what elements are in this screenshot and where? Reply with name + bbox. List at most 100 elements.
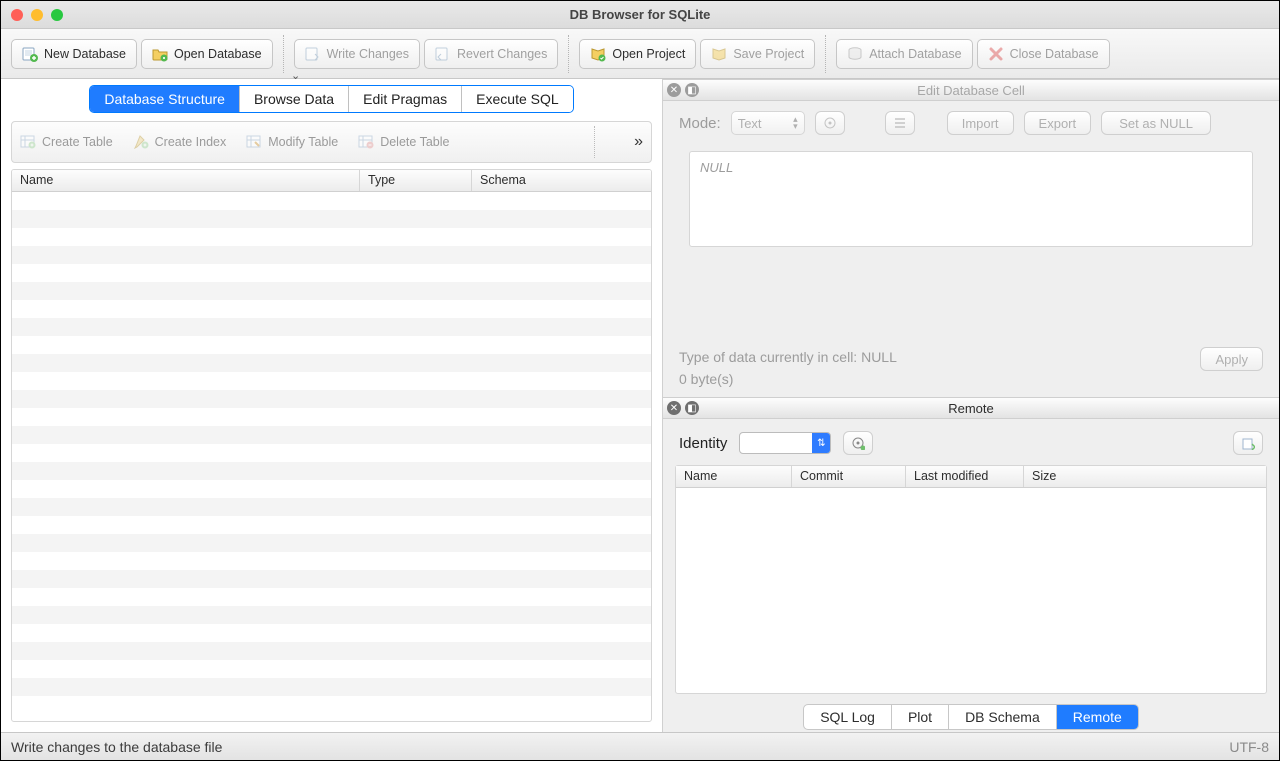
cell-value-box[interactable]: NULL xyxy=(689,151,1253,247)
table-row xyxy=(12,498,651,516)
table-add-icon xyxy=(20,134,36,150)
identity-settings-button[interactable] xyxy=(843,431,873,455)
attach-database-label: Attach Database xyxy=(869,47,961,61)
open-database-button[interactable]: Open Database xyxy=(141,39,273,69)
table-edit-icon xyxy=(246,134,262,150)
table-row xyxy=(12,192,651,210)
table-row xyxy=(12,462,651,480)
column-size[interactable]: Size xyxy=(1024,466,1266,487)
delete-table-button: Delete Table xyxy=(358,134,449,150)
structure-toolbar: Create Table Create Index Modify Table D… xyxy=(11,121,652,163)
cell-tool2-button[interactable] xyxy=(885,111,915,135)
tab-remote[interactable]: Remote xyxy=(1057,705,1138,729)
index-add-icon xyxy=(133,134,149,150)
remote-table-body xyxy=(676,488,1266,693)
close-database-button: Close Database xyxy=(977,39,1110,69)
open-database-label: Open Database xyxy=(174,47,262,61)
table-row xyxy=(12,228,651,246)
save-project-icon xyxy=(711,46,727,62)
tab-edit-pragmas[interactable]: Edit Pragmas xyxy=(349,86,462,112)
table-row xyxy=(12,390,651,408)
table-row xyxy=(12,588,651,606)
open-database-dropdown-icon[interactable]: ⌄ xyxy=(291,69,300,82)
export-button[interactable]: Export xyxy=(1024,111,1092,135)
open-project-button[interactable]: Open Project xyxy=(579,39,696,69)
open-project-label: Open Project xyxy=(612,47,685,61)
identity-select[interactable]: ⇅ xyxy=(739,432,831,454)
mode-value: Text xyxy=(738,116,762,131)
table-row xyxy=(12,336,651,354)
bottom-tab-group: SQL Log Plot DB Schema Remote xyxy=(663,704,1279,732)
table-row xyxy=(12,264,651,282)
write-changes-label: Write Changes xyxy=(327,47,409,61)
set-null-button[interactable]: Set as NULL xyxy=(1101,111,1211,135)
table-row xyxy=(12,624,651,642)
mode-label: Mode: xyxy=(679,115,721,132)
table-row xyxy=(12,642,651,660)
modify-table-label: Modify Table xyxy=(268,135,338,149)
column-schema[interactable]: Schema xyxy=(472,170,651,191)
column-name[interactable]: Name xyxy=(676,466,792,487)
toolbar-separator xyxy=(825,35,826,73)
main-tab-group: Database Structure Browse Data Edit Prag… xyxy=(89,85,573,113)
titlebar: DB Browser for SQLite xyxy=(1,1,1279,29)
column-commit[interactable]: Commit xyxy=(792,466,906,487)
close-window-icon[interactable] xyxy=(11,9,23,21)
zoom-window-icon[interactable] xyxy=(51,9,63,21)
attach-database-icon xyxy=(847,46,863,62)
open-database-icon xyxy=(152,46,168,62)
create-index-label: Create Index xyxy=(155,135,227,149)
tab-database-structure[interactable]: Database Structure xyxy=(90,86,240,112)
remote-table-header: Name Commit Last modified Size xyxy=(676,466,1266,488)
new-database-button[interactable]: New Database xyxy=(11,39,137,69)
column-type[interactable]: Type xyxy=(360,170,472,191)
create-index-button: Create Index xyxy=(133,134,227,150)
write-changes-button: Write Changes xyxy=(294,39,420,69)
table-delete-icon xyxy=(358,134,374,150)
edit-cell-panel: ✕ ◧ Edit Database Cell Mode: Text ▴▾ xyxy=(663,79,1279,397)
table-row xyxy=(12,516,651,534)
gear-icon xyxy=(851,436,865,450)
chevron-updown-icon: ▴▾ xyxy=(793,116,798,130)
mode-select[interactable]: Text ▴▾ xyxy=(731,111,805,135)
table-row xyxy=(12,426,651,444)
cell-tool1-button[interactable] xyxy=(815,111,845,135)
overflow-icon[interactable]: » xyxy=(634,133,643,151)
tab-db-schema[interactable]: DB Schema xyxy=(949,705,1057,729)
tab-browse-data[interactable]: Browse Data xyxy=(240,86,349,112)
table-row xyxy=(12,552,651,570)
toolbar-separator xyxy=(283,35,284,73)
column-name[interactable]: Name xyxy=(12,170,360,191)
import-button[interactable]: Import xyxy=(947,111,1014,135)
column-last-modified[interactable]: Last modified xyxy=(906,466,1024,487)
identity-label: Identity xyxy=(679,435,727,452)
toolbar-separator xyxy=(594,126,595,158)
remote-table: Name Commit Last modified Size xyxy=(675,465,1267,694)
create-table-label: Create Table xyxy=(42,135,113,149)
create-table-button: Create Table xyxy=(20,134,113,150)
table-row xyxy=(12,210,651,228)
revert-changes-button: Revert Changes xyxy=(424,39,558,69)
edit-cell-panel-header: ✕ ◧ Edit Database Cell xyxy=(663,79,1279,101)
table-row xyxy=(12,678,651,696)
write-changes-icon xyxy=(305,46,321,62)
table-row xyxy=(12,534,651,552)
right-pane: ✕ ◧ Edit Database Cell Mode: Text ▴▾ xyxy=(663,79,1279,732)
tab-sql-log[interactable]: SQL Log xyxy=(804,705,892,729)
status-bar: Write changes to the database file UTF-8 xyxy=(1,732,1279,760)
apply-button[interactable]: Apply xyxy=(1200,347,1263,371)
tab-plot[interactable]: Plot xyxy=(892,705,949,729)
list-icon xyxy=(893,116,907,130)
modify-table-button: Modify Table xyxy=(246,134,338,150)
remote-panel-header: ✕ ◧ Remote xyxy=(663,397,1279,419)
table-row xyxy=(12,606,651,624)
minimize-window-icon[interactable] xyxy=(31,9,43,21)
remote-panel: ✕ ◧ Remote Identity ⇅ xyxy=(663,397,1279,732)
open-project-icon xyxy=(590,46,606,62)
toolbar-separator xyxy=(568,35,569,73)
cell-type-info: Type of data currently in cell: NULL xyxy=(679,349,1263,365)
structure-table-header: Name Type Schema xyxy=(12,170,651,192)
remote-push-button[interactable] xyxy=(1233,431,1263,455)
new-database-label: New Database xyxy=(44,47,126,61)
tab-execute-sql[interactable]: Execute SQL xyxy=(462,86,573,112)
